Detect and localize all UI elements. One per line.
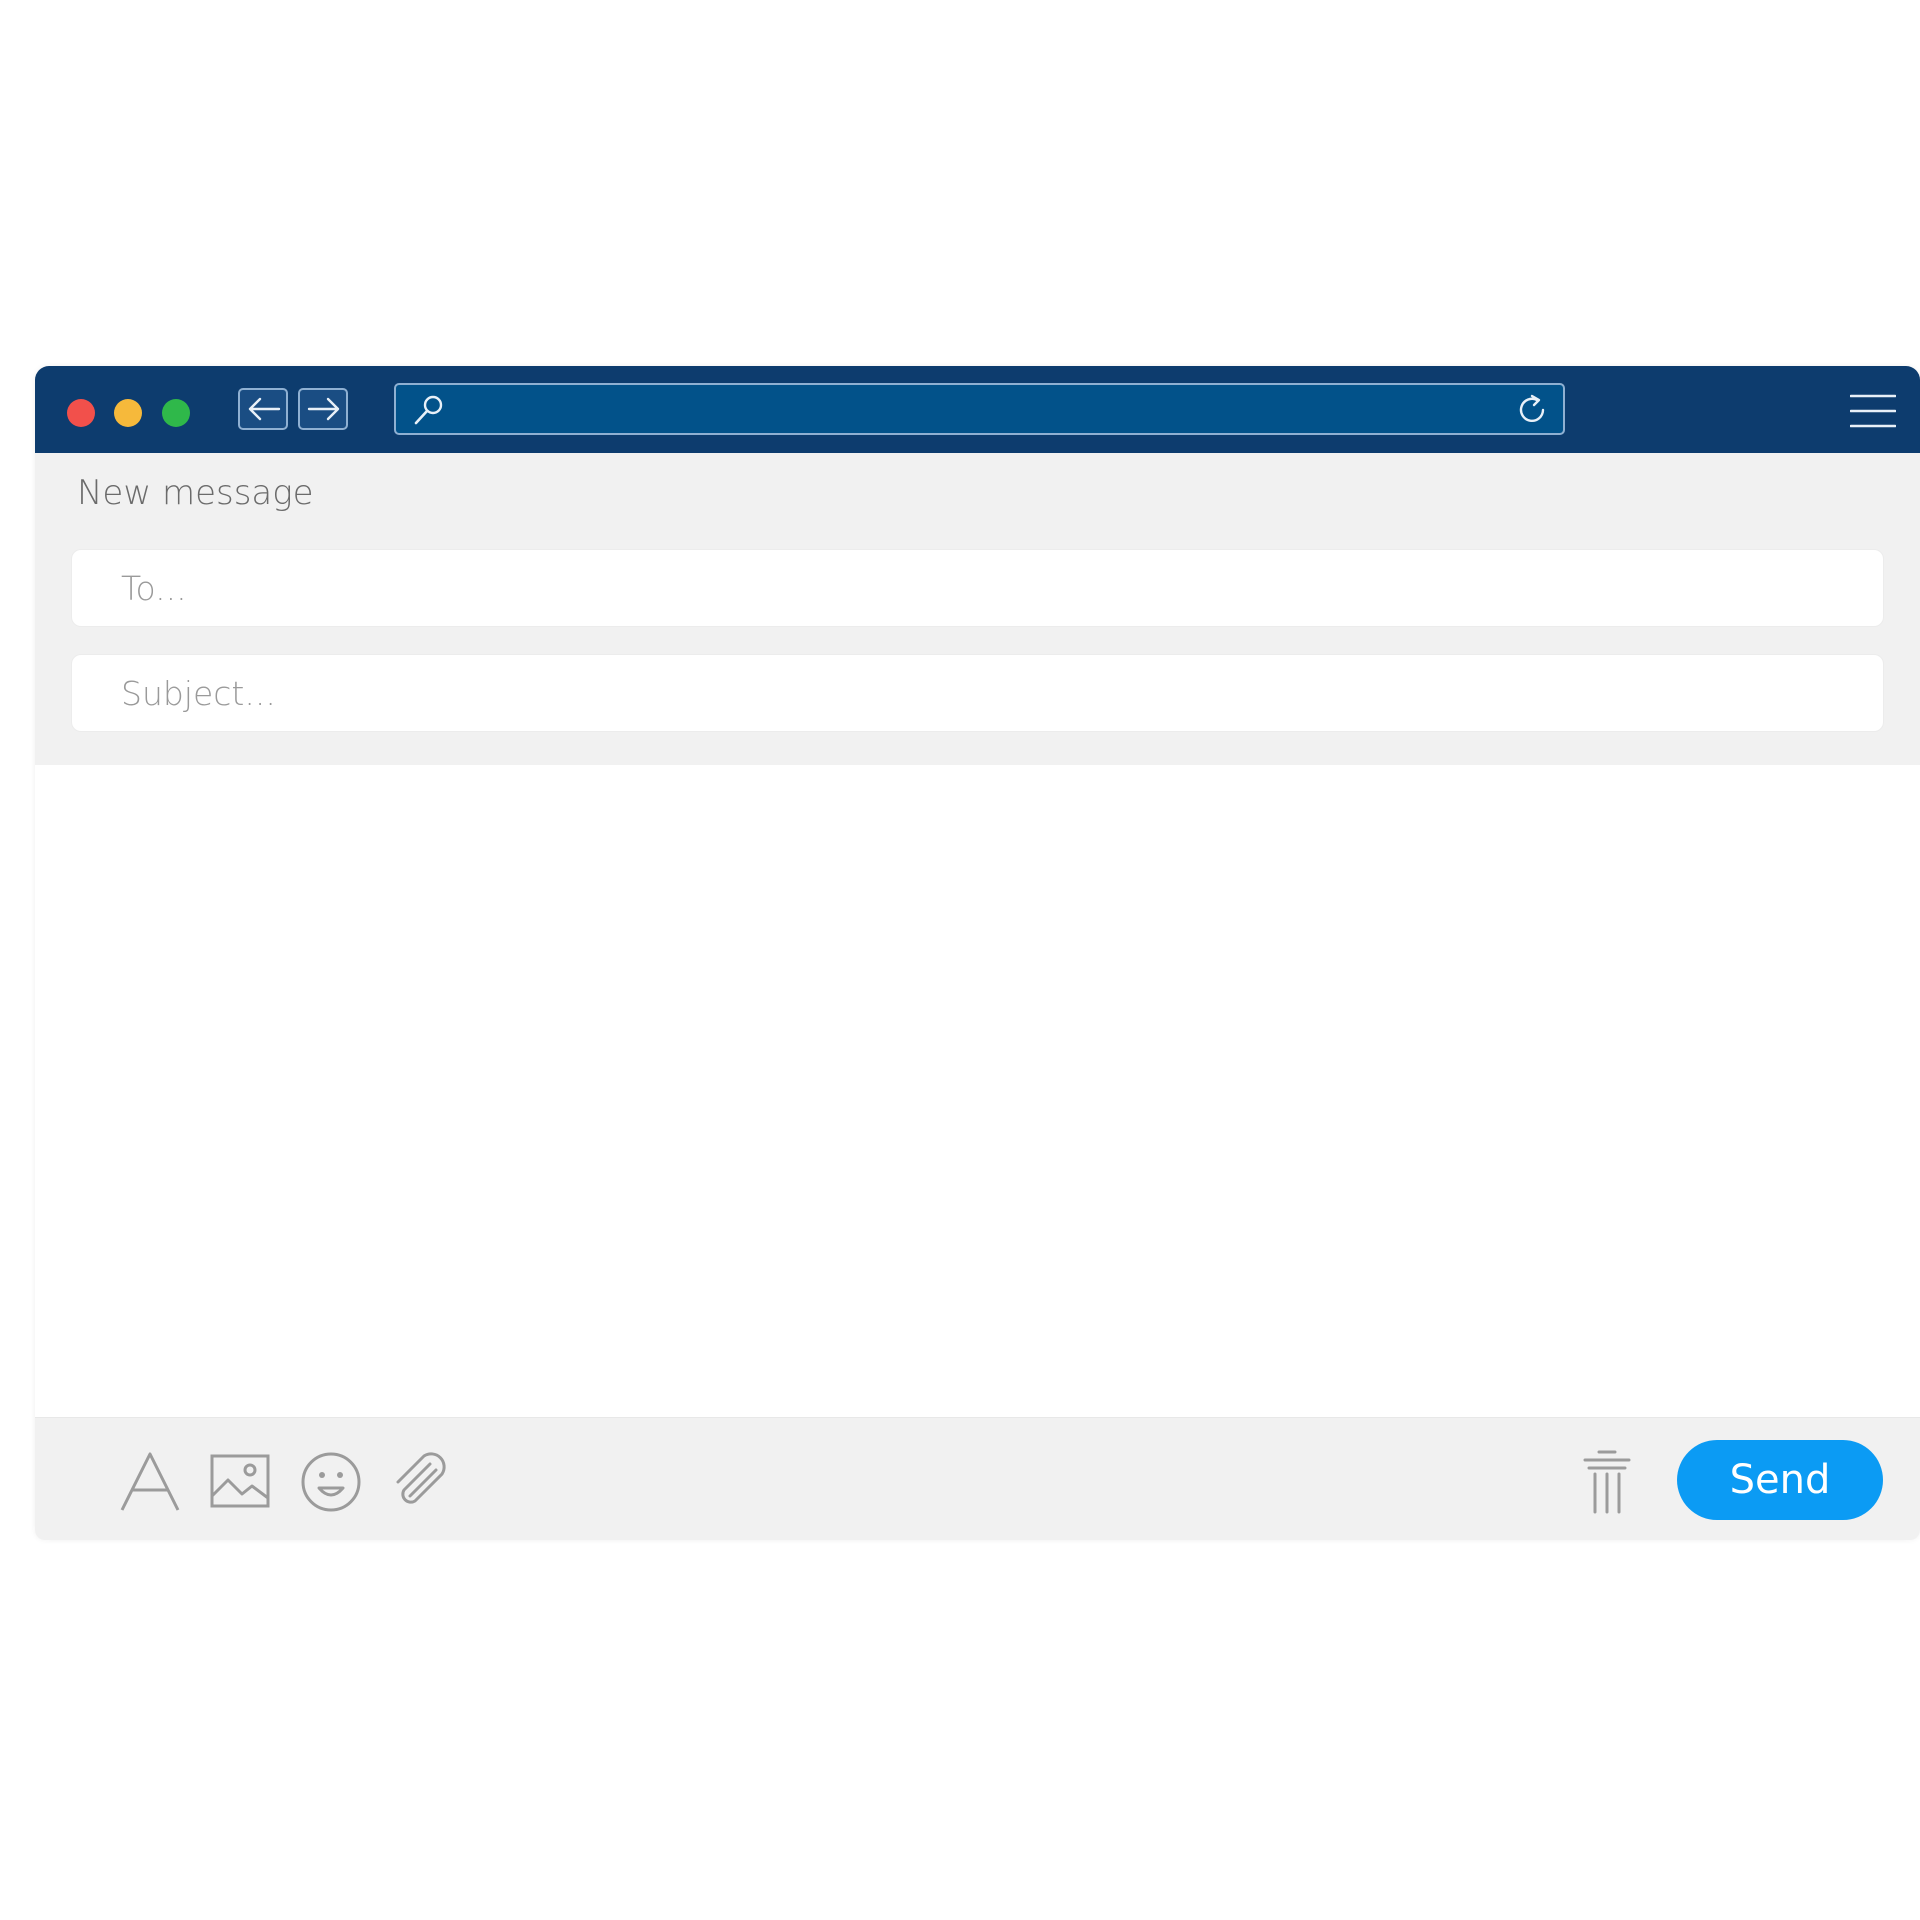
- reload-icon[interactable]: [1515, 393, 1549, 427]
- search-icon: [414, 395, 443, 425]
- compose-heading: New message: [77, 473, 314, 513]
- attachment-icon[interactable]: [390, 1450, 454, 1514]
- to-field[interactable]: [71, 549, 1884, 627]
- send-button[interactable]: Send: [1677, 1440, 1883, 1520]
- minimize-window-button[interactable]: [114, 399, 142, 427]
- browser-titlebar: [35, 366, 1920, 453]
- close-window-button[interactable]: [67, 399, 95, 427]
- forward-arrow-icon: [307, 397, 340, 421]
- compose-header: New message: [35, 453, 1920, 765]
- maximize-window-button[interactable]: [162, 399, 190, 427]
- trash-icon[interactable]: [1575, 1450, 1639, 1514]
- email-compose-window: New message To... Subject... Send: [35, 366, 1920, 1540]
- font-icon[interactable]: [118, 1450, 182, 1514]
- subject-field[interactable]: [71, 654, 1884, 732]
- back-button[interactable]: [238, 388, 288, 430]
- message-body[interactable]: [35, 765, 1920, 1417]
- stage: New message To... Subject... Send: [0, 0, 1920, 1920]
- image-icon[interactable]: [208, 1450, 272, 1514]
- back-arrow-icon: [248, 397, 281, 421]
- hamburger-menu-icon[interactable]: [1850, 394, 1896, 428]
- forward-button[interactable]: [298, 388, 348, 430]
- address-bar[interactable]: [394, 383, 1565, 435]
- emoji-icon[interactable]: [299, 1450, 363, 1514]
- compose-toolbar: Send: [35, 1417, 1920, 1540]
